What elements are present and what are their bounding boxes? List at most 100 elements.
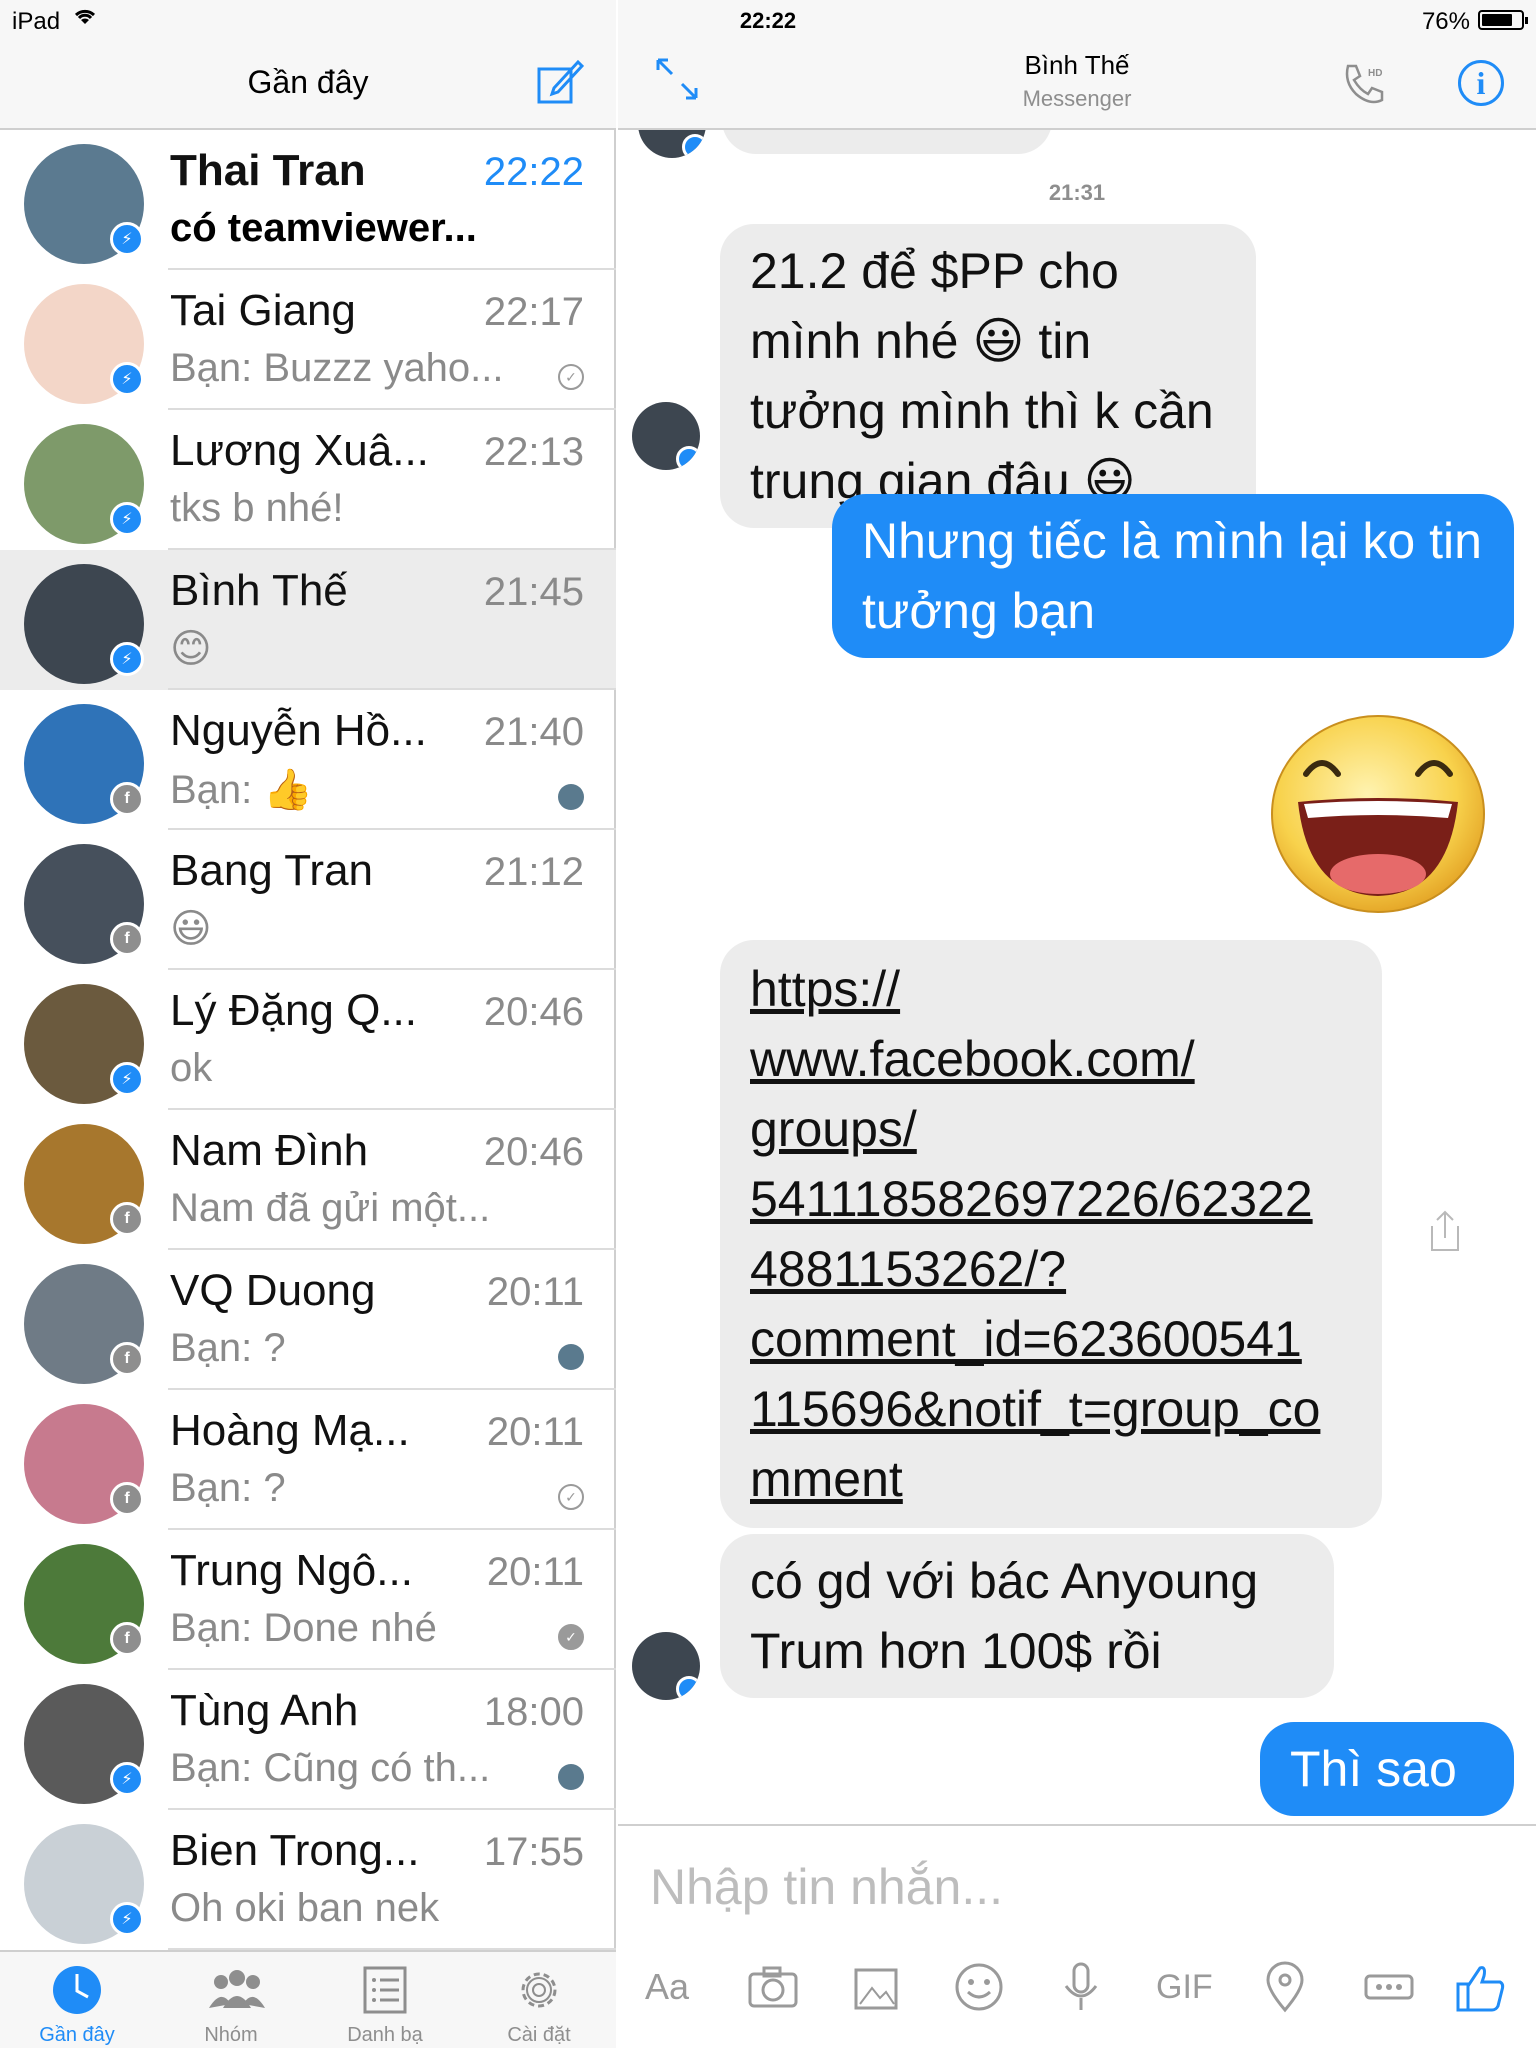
contact-name: Bang Tran	[170, 846, 374, 895]
conversation-item[interactable]: f Bang Tran 21:12 😃	[0, 830, 616, 970]
messenger-badge-icon: ⚡	[110, 1902, 144, 1936]
messenger-badge-icon: ⚡	[110, 1762, 144, 1796]
contact-name: Tai Giang	[170, 286, 356, 335]
microphone-icon[interactable]	[1054, 1960, 1108, 2014]
facebook-badge-icon: f	[110, 1482, 144, 1516]
location-icon[interactable]	[1258, 1960, 1312, 2014]
more-icon[interactable]	[1362, 1960, 1416, 2014]
conversation-item[interactable]: f Nguyễn Hồ... 21:40 Bạn: 👍	[0, 690, 616, 830]
seen-avatar-icon	[558, 1764, 584, 1790]
link-message-bubble[interactable]: https:// www.facebook.com/ groups/ 54111…	[720, 940, 1382, 1528]
group-icon	[205, 1964, 265, 2016]
share-icon[interactable]	[1428, 1208, 1462, 1254]
list-icon	[359, 1964, 411, 2016]
camera-icon[interactable]	[746, 1960, 800, 2014]
contact-name: Tùng Anh	[170, 1686, 359, 1735]
conversation-item[interactable]: f VQ Duong 20:11 Bạn: ?	[0, 1250, 616, 1390]
phone-icon[interactable]: HD	[1340, 60, 1388, 108]
contact-name: VQ Duong	[170, 1266, 376, 1315]
app-root: iPad 22:22 76% Gần đây ⚡ Thai Tran 22:22 có…	[0, 0, 1536, 2048]
gif-icon[interactable]: GIF	[1156, 1960, 1213, 2014]
avatar	[638, 130, 706, 158]
conversation-item[interactable]: ⚡ Bien Trong... 17:55 Oh oki ban nek	[0, 1810, 616, 1950]
message-time: 17:55	[483, 1830, 584, 1874]
message-snippet: ok	[170, 1046, 213, 1090]
facebook-badge-icon: f	[110, 1202, 144, 1236]
gallery-icon[interactable]	[850, 1960, 904, 2014]
message-bubble-incoming[interactable]: 21.2 để $PP cho mình nhé 😃 tin tưởng mìn…	[720, 224, 1256, 528]
delivered-check-icon: ✓	[558, 1624, 584, 1650]
messenger-badge-icon: ⚡	[110, 1062, 144, 1096]
message-snippet: tks b nhé!	[170, 486, 344, 530]
sender-avatar	[632, 1632, 700, 1700]
conversation-item[interactable]: ⚡ Tai Giang 22:17 Bạn: Buzzz yaho... ✓	[0, 270, 616, 410]
emoji-icon[interactable]	[952, 1960, 1006, 2014]
message-thread: 21:31 21.2 để $PP cho mình nhé 😃 tin tưở…	[618, 130, 1536, 1824]
like-icon[interactable]	[1454, 1960, 1508, 2014]
contact-name: Nam Đình	[170, 1126, 369, 1175]
svg-text:HD: HD	[1368, 68, 1382, 79]
message-time: 21:12	[483, 850, 584, 894]
message-bubble-outgoing[interactable]: Nhưng tiếc là mình lại ko tin tưởng bạn	[832, 494, 1514, 658]
message-snippet: Bạn: ?	[170, 1326, 286, 1370]
text-format-icon[interactable]: Aa	[640, 1960, 694, 2014]
contact-name: Hoàng Mạ...	[170, 1406, 410, 1455]
message-snippet: Bạn: 👍	[170, 768, 314, 812]
message-snippet: Bạn: Cũng có th...	[170, 1746, 491, 1790]
facebook-badge-icon: f	[110, 1342, 144, 1376]
conversation-item[interactable]: ⚡ Lý Đặng Q... 20:46 ok	[0, 970, 616, 1110]
laughing-sticker[interactable]	[1258, 704, 1498, 924]
conversation-item[interactable]: ⚡ Lương Xuâ... 22:13 tks b nhé!	[0, 410, 616, 550]
compose-icon[interactable]	[536, 58, 585, 106]
tab-settings[interactable]: Cài đặt	[462, 1952, 616, 2048]
tab-label: Cài đặt	[507, 2024, 571, 2046]
conversation-list: ⚡ Thai Tran 22:22 có teamviewer... ⚡ Tai Gian…	[0, 130, 616, 1950]
delivered-check-icon: ✓	[558, 1484, 584, 1510]
conversation-item[interactable]: f Hoàng Mạ... 20:11 Bạn: ? ✓	[0, 1390, 616, 1530]
message-snippet: Bạn: Buzzz yaho...	[170, 346, 504, 390]
seen-avatar-icon	[558, 784, 584, 810]
messenger-badge-icon: ⚡	[110, 362, 144, 396]
conversation-item[interactable]: ⚡ Bình Thế 21:45 😊	[0, 550, 616, 690]
tab-recent[interactable]: Gần đây	[0, 1952, 154, 2048]
message-bubble-outgoing[interactable]: Thì sao	[1260, 1722, 1514, 1816]
link-line: 541118582697226/62322	[750, 1171, 1313, 1227]
conversation-item[interactable]: f Trung Ngô... 20:11 Bạn: Done nhé ✓	[0, 1530, 616, 1670]
delivered-check-icon: ✓	[558, 364, 584, 390]
message-bubble-incoming[interactable]: có gd với bác Anyoung Trum hơn 100$ rồi	[720, 1534, 1334, 1698]
battery-percent: 76%	[1421, 8, 1470, 35]
conversation-item[interactable]: f Nam Đình 20:46 Nam đã gửi một...	[0, 1110, 616, 1250]
messenger-badge-icon: ⚡	[110, 222, 144, 256]
conversation-panel: Gần đây ⚡ Thai Tran 22:22 có teamviewer... ⚡…	[0, 0, 616, 2048]
tab-label: Gần đây	[39, 2024, 115, 2046]
message-time: 20:11	[486, 1410, 584, 1454]
conversation-item[interactable]: ⚡ Thai Tran 22:22 có teamviewer...	[0, 130, 616, 270]
tab-contacts[interactable]: Danh bạ	[308, 1952, 462, 2048]
chat-panel: Bình Thế Messenger HD i 21:31 21.2 để $P…	[618, 0, 1536, 2048]
messenger-badge-icon: ⚡	[110, 642, 144, 676]
tab-label: Danh bạ	[347, 2024, 423, 2046]
link-line: www.facebook.com/	[750, 1031, 1195, 1087]
facebook-badge-icon: f	[110, 1622, 144, 1656]
link-line: 115696&notif_t=group_co	[750, 1381, 1321, 1437]
battery-icon	[1478, 10, 1528, 30]
tab-groups[interactable]: Nhóm	[154, 1952, 308, 2048]
message-time: 21:45	[483, 570, 584, 614]
message-snippet: Bạn: Done nhé	[170, 1606, 437, 1650]
info-icon[interactable]: i	[1458, 60, 1504, 106]
message-time: 20:46	[483, 1130, 584, 1174]
conversation-item[interactable]: ⚡ Tùng Anh 18:00 Bạn: Cũng có th...	[0, 1670, 616, 1810]
link-line: https://	[750, 961, 901, 1017]
message-time: 22:13	[483, 430, 584, 474]
message-snippet: Oh oki ban nek	[170, 1886, 440, 1930]
link-line: 4881153262/?	[750, 1241, 1067, 1297]
sender-avatar	[632, 402, 700, 470]
message-time: 20:11	[486, 1270, 584, 1314]
message-time: 22:22	[483, 150, 584, 194]
contact-name: Bien Trong...	[170, 1826, 420, 1875]
message-snippet: 😊	[170, 627, 212, 671]
tab-label: Nhóm	[204, 2024, 258, 2046]
contact-name: Trung Ngô...	[170, 1546, 413, 1595]
contact-name: Bình Thế	[170, 566, 348, 615]
message-input[interactable]: Nhập tin nhắn...	[650, 1858, 1003, 1916]
